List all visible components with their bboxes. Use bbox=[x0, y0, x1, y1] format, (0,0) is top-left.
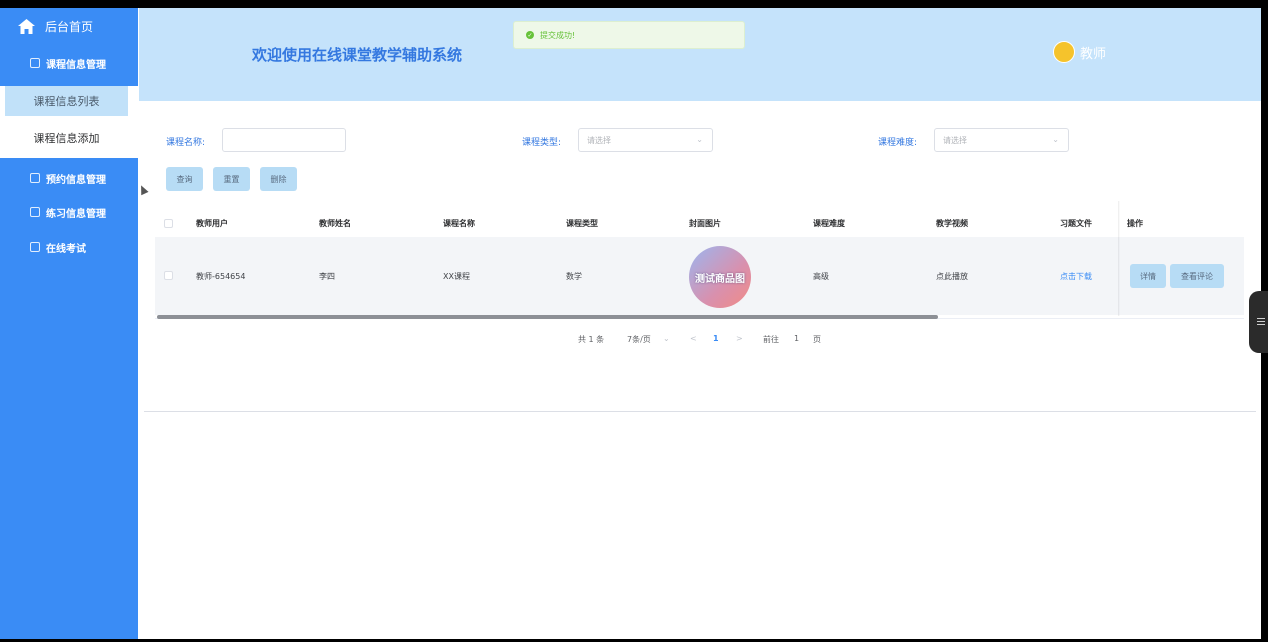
difficulty-placeholder: 请选择 bbox=[943, 135, 967, 145]
sidebar-subitem-course-list[interactable]: 课程信息列表 bbox=[5, 86, 128, 116]
chevron-down-icon: ⌄ bbox=[1052, 135, 1059, 144]
goto-page-input[interactable]: 1 bbox=[794, 334, 799, 343]
horizontal-scrollbar[interactable] bbox=[157, 315, 938, 319]
sidebar-home-label: 后台首页 bbox=[45, 20, 94, 34]
mouse-cursor-icon bbox=[137, 183, 149, 196]
home-icon bbox=[18, 19, 35, 34]
next-page-button[interactable]: > bbox=[736, 334, 743, 343]
column-header: 课程难度 bbox=[813, 218, 845, 228]
cover-image-text: 测试商品图 bbox=[695, 273, 745, 285]
row-checkbox[interactable] bbox=[164, 271, 173, 280]
success-toast: ✓ 提交成功! bbox=[513, 21, 745, 49]
reset-button[interactable]: 重置 bbox=[213, 167, 250, 191]
pagination-total: 共 1 条 bbox=[578, 335, 605, 344]
table-row: 教师-654654 李四 XX课程 数学 测试商品图 高级 点此播放 点击下载 … bbox=[155, 237, 1244, 315]
course-type-select[interactable]: 请选择 ⌄ bbox=[578, 128, 713, 152]
column-header: 课程名称 bbox=[443, 218, 475, 228]
goto-label: 前往 bbox=[763, 335, 779, 344]
toast-message: 提交成功! bbox=[540, 30, 576, 40]
chart-icon bbox=[30, 207, 40, 217]
chevron-down-icon: ⌄ bbox=[663, 334, 670, 343]
check-circle-icon: ✓ bbox=[526, 31, 534, 39]
edit-icon bbox=[30, 242, 40, 252]
page-suffix: 页 bbox=[813, 335, 821, 344]
sidebar-item-appointment[interactable]: 预约信息管理 bbox=[0, 161, 138, 195]
table-header: 教师用户 教师姓名 课程名称 课程类型 封面图片 课程难度 教学视频 习题文件 … bbox=[155, 209, 1244, 237]
page-size-select[interactable]: 7条/页 bbox=[627, 334, 651, 345]
course-type-label: 课程类型: bbox=[522, 138, 562, 148]
sidebar-subitem-label: 课程信息添加 bbox=[33, 132, 100, 145]
page-number-current[interactable]: 1 bbox=[713, 334, 719, 343]
edit-icon bbox=[30, 173, 40, 183]
column-header: 教师用户 bbox=[196, 218, 228, 228]
sidebar-item-label: 练习信息管理 bbox=[46, 208, 106, 220]
sidebar-item-label: 预约信息管理 bbox=[46, 174, 106, 186]
course-name-input[interactable] bbox=[222, 128, 346, 152]
cell-teacher-name: 李四 bbox=[319, 271, 335, 281]
sidebar-item-online-exam[interactable]: 在线考试 bbox=[0, 230, 138, 264]
column-header: 封面图片 bbox=[689, 218, 721, 228]
detail-button[interactable]: 详情 bbox=[1130, 264, 1166, 288]
difficulty-select[interactable]: 请选择 ⌄ bbox=[934, 128, 1069, 152]
prev-page-button[interactable]: < bbox=[690, 334, 697, 343]
user-name: 教师 bbox=[1080, 46, 1107, 62]
cell-course-type: 数学 bbox=[566, 271, 582, 281]
delete-button[interactable]: 删除 bbox=[260, 167, 297, 191]
column-header: 操作 bbox=[1127, 218, 1143, 228]
sidebar: 后台首页 课程信息管理 课程信息列表 课程信息添加 预约信息管理 练习信息管理 … bbox=[0, 8, 138, 639]
cell-difficulty: 高级 bbox=[813, 271, 829, 281]
sidebar-item-label: 在线考试 bbox=[46, 243, 86, 255]
header: 欢迎使用在线课堂教学辅助系统 ✓ 提交成功! 教师 bbox=[139, 8, 1261, 101]
sidebar-subitem-label: 课程信息列表 bbox=[33, 95, 100, 108]
column-header: 教学视频 bbox=[936, 218, 968, 228]
sidebar-home[interactable]: 后台首页 bbox=[18, 18, 93, 35]
sidebar-item-course-info[interactable]: 课程信息管理 bbox=[0, 46, 138, 80]
fixed-column-shadow bbox=[1118, 201, 1120, 316]
play-video-link[interactable]: 点此播放 bbox=[936, 237, 968, 315]
column-header: 习题文件 bbox=[1060, 218, 1092, 228]
download-exercise-link[interactable]: 点击下载 bbox=[1060, 237, 1092, 315]
page-title: 欢迎使用在线课堂教学辅助系统 bbox=[252, 46, 463, 64]
course-name-label: 课程名称: bbox=[166, 138, 206, 148]
edit-icon bbox=[30, 58, 40, 68]
course-type-placeholder: 请选择 bbox=[587, 135, 611, 145]
query-button[interactable]: 查询 bbox=[166, 167, 203, 191]
menu-icon bbox=[1257, 318, 1265, 319]
avatar bbox=[1053, 41, 1075, 63]
cell-teacher-user: 教师-654654 bbox=[196, 271, 246, 281]
column-header: 课程类型 bbox=[566, 218, 598, 228]
view-comments-button[interactable]: 查看评论 bbox=[1170, 264, 1224, 288]
app-window: 后台首页 课程信息管理 课程信息列表 课程信息添加 预约信息管理 练习信息管理 … bbox=[0, 8, 1261, 639]
column-header: 教师姓名 bbox=[319, 218, 351, 228]
sidebar-item-practice[interactable]: 练习信息管理 bbox=[0, 195, 138, 229]
side-panel-handle[interactable] bbox=[1249, 291, 1268, 353]
cell-course-name: XX课程 bbox=[443, 271, 470, 281]
select-all-checkbox[interactable] bbox=[164, 219, 173, 228]
cover-image[interactable]: 测试商品图 bbox=[689, 246, 751, 308]
sidebar-subitem-course-add[interactable]: 课程信息添加 bbox=[5, 123, 128, 153]
difficulty-label: 课程难度: bbox=[878, 138, 918, 148]
user-menu[interactable]: 教师 bbox=[1053, 41, 1106, 63]
sidebar-item-label: 课程信息管理 bbox=[46, 59, 106, 71]
content-divider bbox=[144, 411, 1256, 412]
chevron-down-icon: ⌄ bbox=[696, 135, 703, 144]
